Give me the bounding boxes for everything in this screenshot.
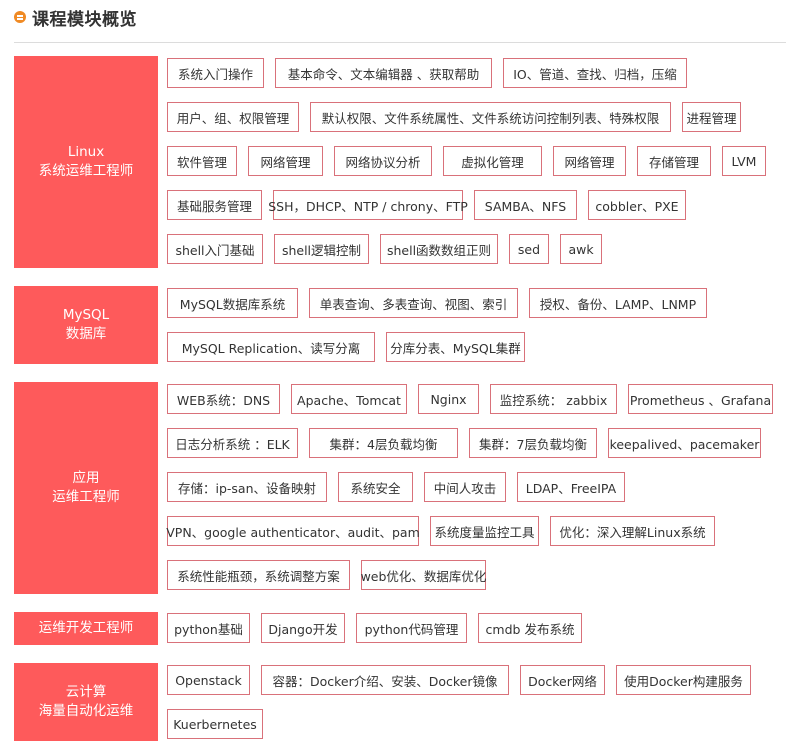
course-tag[interactable]: 系统安全 xyxy=(338,472,413,502)
course-tag[interactable]: shell函数数组正则 xyxy=(380,234,498,264)
module-section: 应用运维工程师 WEB系统：DNS Apache、Tomcat Nginx 监控系统： … xyxy=(14,382,786,594)
course-tag[interactable]: 进程管理 xyxy=(682,102,741,132)
module-title-line: 海量自动化运维 xyxy=(38,703,134,719)
module-label: MySQL 数据库 xyxy=(14,286,158,364)
course-tag[interactable]: cobbler、PXE xyxy=(588,190,686,220)
course-tag[interactable]: 基本命令、文本编辑器 、获取帮助 xyxy=(275,58,492,88)
course-tag[interactable]: 系统性能瓶颈，系统调整方案 xyxy=(167,560,350,590)
page-title: 课程模块概览 xyxy=(32,9,137,30)
course-tag[interactable]: 使用Docker构建服务 xyxy=(616,665,751,695)
course-tag[interactable]: 优化：深入理解Linux系统 xyxy=(550,516,715,546)
course-tag[interactable]: 集群：7层负载均衡 xyxy=(469,428,597,458)
course-tag[interactable]: IO、管道、查找、归档，压缩 xyxy=(503,58,687,88)
header-divider xyxy=(14,42,786,43)
course-tag[interactable]: python基础 xyxy=(167,613,250,643)
module-label: 应用 运维工程师 xyxy=(14,382,158,594)
course-tag[interactable]: Docker网络 xyxy=(520,665,605,695)
course-tag[interactable]: 日志分析系统 ：ELK xyxy=(167,428,298,458)
module-section: 运维开发工程师 python基础 Django开发 python代码管理 cmdb 发布… xyxy=(14,612,786,645)
course-tag[interactable]: cmdb 发布系统 xyxy=(478,613,582,643)
course-tag[interactable]: LVM xyxy=(722,146,766,176)
course-tag[interactable]: shell入门基础 xyxy=(167,234,263,264)
module-section: 云计算海量自动化运维 Openstack 容器：Docker介绍、安装、Docker… xyxy=(14,663,786,741)
course-tag[interactable]: 中间人攻击 xyxy=(424,472,506,502)
course-tag[interactable]: 默认权限、文件系统属性、文件系统访问控制列表、特殊权限 xyxy=(310,102,671,132)
course-tag[interactable]: 网络管理 xyxy=(553,146,626,176)
course-tag[interactable]: Openstack xyxy=(167,665,250,695)
course-tag[interactable]: 用户、组、权限管理 xyxy=(167,102,299,132)
course-tag[interactable]: 监控系统： zabbix xyxy=(490,384,617,414)
course-tag[interactable]: 容器：Docker介绍、安装、Docker镜像 xyxy=(261,665,509,695)
course-tag[interactable]: Nginx xyxy=(418,384,479,414)
course-tag[interactable]: 系统入门操作 xyxy=(167,58,264,88)
course-tag[interactable]: 软件管理 xyxy=(167,146,237,176)
course-tag[interactable]: keepalived、pacemaker xyxy=(608,428,761,458)
course-tag[interactable]: 网络协议分析 xyxy=(334,146,432,176)
course-tag[interactable]: Django开发 xyxy=(261,613,345,643)
course-tag[interactable]: 网络管理 xyxy=(248,146,323,176)
course-tag[interactable]: 分库分表、MySQL集群 xyxy=(386,332,525,362)
course-tag[interactable]: Apache、Tomcat xyxy=(291,384,407,414)
module-section: Linux 系统运维工程师 系统入门操作 基本命令、文本编辑器 、获取帮助 IO、管道、… xyxy=(14,56,786,268)
course-tag[interactable]: 系统度量监控工具 xyxy=(430,516,539,546)
course-tag[interactable]: shell逻辑控制 xyxy=(274,234,369,264)
course-tag[interactable]: 虚拟化管理 xyxy=(443,146,542,176)
course-tag[interactable]: python代码管理 xyxy=(356,613,467,643)
course-tag[interactable]: Kuerbernetes xyxy=(167,709,263,739)
course-tag[interactable]: 单表查询、多表查询、视图、索引 xyxy=(309,288,518,318)
course-tag[interactable]: SAMBA、NFS xyxy=(474,190,577,220)
module-title-line: 数据库 xyxy=(65,326,107,342)
module-title-line: 运维工程师 xyxy=(52,489,120,505)
course-tag[interactable]: awk xyxy=(560,234,602,264)
course-tag[interactable]: SSH，DHCP、NTP / chrony、FTP xyxy=(268,190,468,220)
course-tag[interactable]: WEB系统：DNS xyxy=(167,384,280,414)
module-title-line: Linux xyxy=(67,144,105,160)
module-title-line: MySQL xyxy=(62,307,110,323)
course-tag[interactable]: MySQL Replication、读写分离 xyxy=(167,332,375,362)
course-tag[interactable]: 存储管理 xyxy=(637,146,711,176)
course-tag[interactable]: LDAP、FreeIPA xyxy=(517,472,625,502)
course-tag[interactable]: web优化、数据库优化 xyxy=(361,560,486,590)
course-tag[interactable]: MySQL数据库系统 xyxy=(167,288,298,318)
module-label: Linux 系统运维工程师 xyxy=(14,56,158,268)
module-title-line: 系统运维工程师 xyxy=(38,163,134,179)
module-title-line: 运维开发工程师 xyxy=(38,620,134,636)
module-section: MySQL 数据库 MySQL数据库系统 单表查询、多表查询、视图、索引 授权、备份、L… xyxy=(14,286,786,364)
course-tag[interactable]: 基础服务管理 xyxy=(167,190,262,220)
course-tag[interactable]: 授权、备份、LAMP、LNMP xyxy=(529,288,707,318)
module-label: 云计算海量自动化运维 xyxy=(14,663,158,741)
course-tag[interactable]: 存储：ip-san、设备映射 xyxy=(167,472,327,502)
module-title-line: 云计算 xyxy=(65,684,107,700)
course-tag[interactable]: sed xyxy=(509,234,549,264)
section-header: 课程模块概览 xyxy=(14,3,137,31)
course-tag[interactable]: VPN、google authenticator、audit、pam xyxy=(166,516,420,546)
module-label: 运维开发工程师 xyxy=(14,612,158,645)
menu-circle-icon xyxy=(14,11,26,23)
course-tag[interactable]: 集群：4层负载均衡 xyxy=(309,428,458,458)
module-title-line: 应用 xyxy=(72,470,100,486)
course-tag[interactable]: Prometheus 、Grafana xyxy=(628,384,773,414)
